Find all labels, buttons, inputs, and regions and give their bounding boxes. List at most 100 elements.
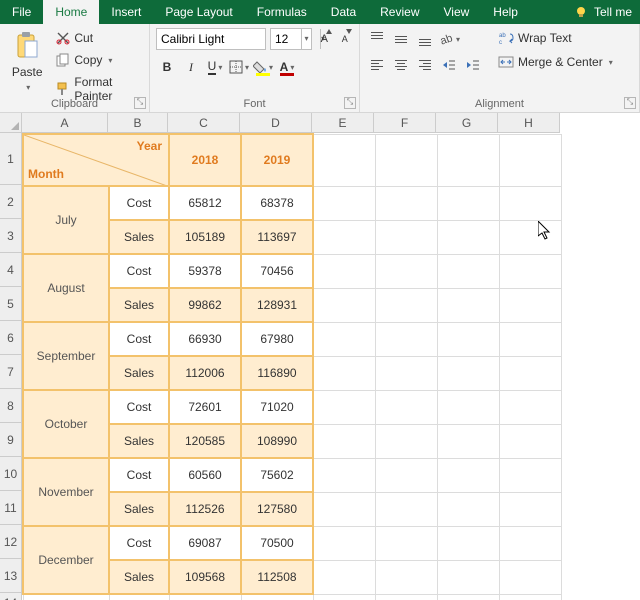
tab-view[interactable]: View xyxy=(432,0,482,24)
tab-insert[interactable]: Insert xyxy=(99,0,153,24)
row-header-7[interactable]: 7 xyxy=(0,355,22,389)
cell-E6[interactable] xyxy=(313,322,375,356)
underline-button[interactable]: U▾ xyxy=(204,56,226,78)
cell-C10[interactable]: 60560 xyxy=(169,458,241,492)
cell-G14[interactable] xyxy=(437,594,499,600)
row-header-12[interactable]: 12 xyxy=(0,525,22,559)
cell-C12[interactable]: 69087 xyxy=(169,526,241,560)
cell-E7[interactable] xyxy=(313,356,375,390)
cell-H13[interactable] xyxy=(499,560,561,594)
cell-G4[interactable] xyxy=(437,254,499,288)
col-header-B[interactable]: B xyxy=(108,113,168,133)
alignment-expand-button[interactable]: ⤡ xyxy=(624,97,636,109)
cell-E3[interactable] xyxy=(313,220,375,254)
font-name-combo[interactable]: ▾ xyxy=(156,28,266,50)
row-header-9[interactable]: 9 xyxy=(0,423,22,457)
cell-H5[interactable] xyxy=(499,288,561,322)
bold-button[interactable]: B xyxy=(156,56,178,78)
cell-F9[interactable] xyxy=(375,424,437,458)
cell-C14[interactable] xyxy=(169,594,241,600)
align-top-button[interactable] xyxy=(366,28,388,50)
cell-F3[interactable] xyxy=(375,220,437,254)
cell-A12[interactable]: December xyxy=(23,526,109,594)
cell-D3[interactable]: 113697 xyxy=(241,220,313,254)
cell-A14[interactable] xyxy=(23,594,109,600)
orientation-button[interactable]: ab▾ xyxy=(438,28,460,50)
cell-C13[interactable]: 109568 xyxy=(169,560,241,594)
align-left-button[interactable] xyxy=(366,54,388,76)
row-header-11[interactable]: 11 xyxy=(0,491,22,525)
cell-A2[interactable]: July xyxy=(23,186,109,254)
cell-G6[interactable] xyxy=(437,322,499,356)
align-middle-button[interactable] xyxy=(390,28,412,50)
cell-A1[interactable]: YearMonth xyxy=(23,134,169,186)
col-header-C[interactable]: C xyxy=(168,113,240,133)
cell-H7[interactable] xyxy=(499,356,561,390)
tab-page-layout[interactable]: Page Layout xyxy=(153,0,244,24)
row-header-6[interactable]: 6 xyxy=(0,321,22,355)
cell-F1[interactable] xyxy=(375,134,437,186)
cell-E10[interactable] xyxy=(313,458,375,492)
align-center-button[interactable] xyxy=(390,54,412,76)
cell-A6[interactable]: September xyxy=(23,322,109,390)
cell-E2[interactable] xyxy=(313,186,375,220)
font-size-input[interactable] xyxy=(271,30,301,48)
cell-G11[interactable] xyxy=(437,492,499,526)
cell-F7[interactable] xyxy=(375,356,437,390)
fill-color-button[interactable]: ▾ xyxy=(252,56,274,78)
cell-B13[interactable]: Sales xyxy=(109,560,169,594)
cell-D10[interactable]: 75602 xyxy=(241,458,313,492)
cell-A4[interactable]: August xyxy=(23,254,109,322)
cell-B12[interactable]: Cost xyxy=(109,526,169,560)
cell-B2[interactable]: Cost xyxy=(109,186,169,220)
cell-A8[interactable]: October xyxy=(23,390,109,458)
cell-C8[interactable]: 72601 xyxy=(169,390,241,424)
align-right-button[interactable] xyxy=(414,54,436,76)
row-header-10[interactable]: 10 xyxy=(0,457,22,491)
borders-button[interactable]: ▾ xyxy=(228,56,250,78)
decrease-font-button[interactable]: A xyxy=(337,28,354,50)
cell-E8[interactable] xyxy=(313,390,375,424)
cell-F13[interactable] xyxy=(375,560,437,594)
tell-me-button[interactable]: Tell me xyxy=(566,0,640,24)
cell-C5[interactable]: 99862 xyxy=(169,288,241,322)
tab-data[interactable]: Data xyxy=(319,0,368,24)
row-header-3[interactable]: 3 xyxy=(0,219,22,253)
cell-B4[interactable]: Cost xyxy=(109,254,169,288)
col-header-E[interactable]: E xyxy=(312,113,374,133)
cell-H11[interactable] xyxy=(499,492,561,526)
font-color-button[interactable]: A▾ xyxy=(276,56,298,78)
tab-formulas[interactable]: Formulas xyxy=(245,0,319,24)
cell-F4[interactable] xyxy=(375,254,437,288)
cut-button[interactable]: Cut xyxy=(52,28,143,48)
cell-B5[interactable]: Sales xyxy=(109,288,169,322)
cell-C7[interactable]: 112006 xyxy=(169,356,241,390)
cell-A10[interactable]: November xyxy=(23,458,109,526)
cell-E12[interactable] xyxy=(313,526,375,560)
select-all-button[interactable] xyxy=(0,113,22,133)
cell-G1[interactable] xyxy=(437,134,499,186)
cell-E14[interactable] xyxy=(313,594,375,600)
cell-H9[interactable] xyxy=(499,424,561,458)
col-header-H[interactable]: H xyxy=(498,113,560,133)
cell-E9[interactable] xyxy=(313,424,375,458)
cell-C6[interactable]: 66930 xyxy=(169,322,241,356)
cell-C4[interactable]: 59378 xyxy=(169,254,241,288)
cell-B10[interactable]: Cost xyxy=(109,458,169,492)
col-header-A[interactable]: A xyxy=(22,113,108,133)
increase-indent-button[interactable] xyxy=(462,54,484,76)
cell-C11[interactable]: 112526 xyxy=(169,492,241,526)
cell-C9[interactable]: 120585 xyxy=(169,424,241,458)
cell-B3[interactable]: Sales xyxy=(109,220,169,254)
cell-grid[interactable]: YearMonth20182019JulyCost6581268378Sales… xyxy=(22,133,562,600)
merge-center-button[interactable]: Merge & Center▾ xyxy=(494,52,617,72)
wrap-text-button[interactable]: abc Wrap Text xyxy=(494,28,617,48)
cell-D11[interactable]: 127580 xyxy=(241,492,313,526)
cell-D12[interactable]: 70500 xyxy=(241,526,313,560)
cell-D1[interactable]: 2019 xyxy=(241,134,313,186)
cell-D2[interactable]: 68378 xyxy=(241,186,313,220)
row-header-5[interactable]: 5 xyxy=(0,287,22,321)
tab-home[interactable]: Home xyxy=(43,0,99,24)
cell-D9[interactable]: 108990 xyxy=(241,424,313,458)
col-header-D[interactable]: D xyxy=(240,113,312,133)
